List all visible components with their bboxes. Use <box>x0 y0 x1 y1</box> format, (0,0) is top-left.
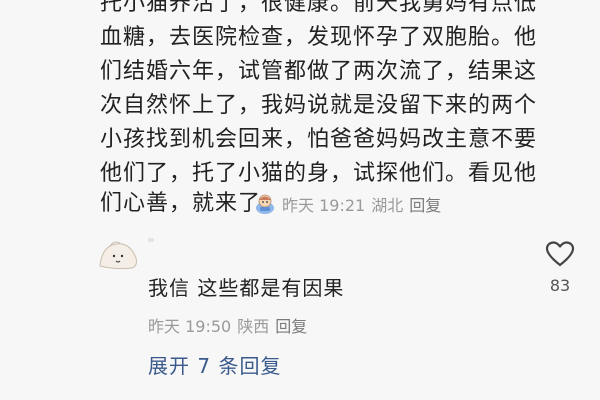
comment-line: 血糖，去医院检查，发现怀孕了双胞胎。他 <box>100 25 538 50</box>
like-button[interactable]: 83 <box>540 240 580 295</box>
comment-line: 小孩找到机会回来，怕爸爸妈妈改主意不要 <box>100 127 538 152</box>
expand-replies-button[interactable]: 展开 7 条回复 <box>148 350 281 379</box>
comment-line: 们结婚六年，试管都做了两次流了，结果这 <box>100 59 538 84</box>
comment-meta: 昨天 19:21 湖北 回复 <box>254 192 441 216</box>
comment-line: 托小猫养活了，很健康。前天我舅妈有点低 <box>100 0 538 16</box>
comment-body: 托小猫养活了，很健康。前天我舅妈有点低 血糖，去医院检查，发现怀孕了双胞胎。他 … <box>100 0 552 191</box>
heart-outline-icon[interactable] <box>545 241 575 272</box>
reply-meta: 昨天 19:50 陕西 回复 <box>148 313 307 337</box>
comment-last-line: 们心善，就来了 <box>100 191 262 216</box>
reply-body: 我信 这些都是有因果 <box>148 276 345 300</box>
reply-time: 昨天 19:50 <box>148 317 232 336</box>
avatar-doodle-icon[interactable] <box>96 236 140 272</box>
comment-line: 次自然怀上了，我妈说就是没留下来的两个 <box>100 93 538 118</box>
comment-thread: 托小猫养活了，很健康。前天我舅妈有点低 血糖，去医院检查，发现怀孕了双胞胎。他 … <box>0 0 600 400</box>
comment-time: 昨天 19:21 <box>282 196 366 215</box>
reply-button[interactable]: 回复 <box>409 192 441 216</box>
like-count: 83 <box>549 276 571 295</box>
reply-location: 陕西 <box>237 317 270 336</box>
reply-username-placeholder <box>148 238 154 242</box>
doll-emoji-icon <box>254 193 276 215</box>
comment-line: 他们了，托了小猫的身，试探他们。看见他 <box>100 161 538 186</box>
comment-location: 湖北 <box>371 196 404 215</box>
reply-reply-button[interactable]: 回复 <box>275 313 307 337</box>
